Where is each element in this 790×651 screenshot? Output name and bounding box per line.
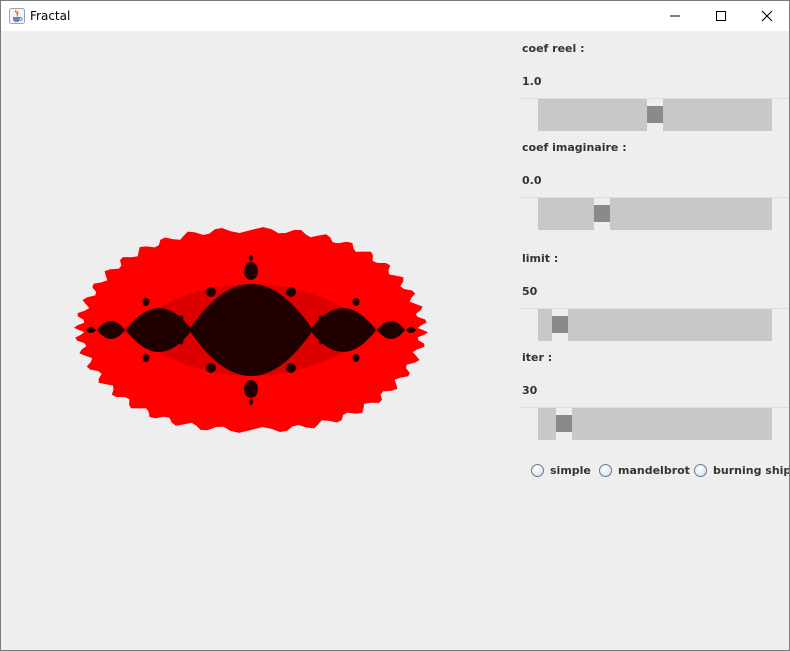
close-button[interactable] [744,1,789,31]
radio-button-icon[interactable] [599,463,612,477]
fractal-bud-top [244,262,258,280]
limit-slider[interactable] [521,308,789,342]
radio-burning-ship[interactable]: burning ship [694,462,790,478]
java-cup-icon [9,8,25,24]
minimize-button[interactable] [652,1,698,31]
radio-button-icon[interactable] [694,463,707,477]
imag-coef-label: coef imaginaire : [522,141,627,154]
real-coef-label: coef reel : [522,42,585,55]
fractal-side-bud [352,298,360,306]
slider-thumb[interactable] [647,106,663,123]
minimize-icon [670,15,680,17]
close-icon [761,10,773,22]
radio-label: burning ship [713,463,790,477]
real-coef-slider[interactable] [521,98,789,132]
maximize-icon [716,11,726,21]
slider-track[interactable] [538,198,772,230]
fractal-joint-bud [178,315,184,321]
fractal-side-bud [142,298,150,306]
slider-track[interactable] [538,309,772,341]
window-title: Fractal [30,9,71,23]
radio-button-icon[interactable] [531,463,544,477]
slider-thumb[interactable] [555,415,572,432]
slider-thumb[interactable] [594,205,610,222]
fractal-diagonal-bud [286,287,296,297]
fractal-canvas[interactable] [1,31,511,650]
fractal-bud-top-tip [249,255,253,261]
radio-simple[interactable]: simple [531,462,591,478]
radio-mandelbrot[interactable]: mandelbrot [599,462,690,478]
imag-coef-slider[interactable] [521,197,789,231]
radio-label: mandelbrot [618,463,690,477]
maximize-button[interactable] [698,1,744,31]
fractal-diagonal-bud [286,363,296,373]
fractal-side-bud [142,354,150,362]
controls-panel: coef reel : 1.0 coef imaginaire : 0.0 li… [511,31,789,650]
fractal-bud-bottom [244,380,258,398]
iter-value: 30 [522,384,538,397]
fractal-joint-bud [318,339,324,345]
fractal-joint-bud [178,339,184,345]
iter-label: iter : [522,351,553,364]
fractal-diagonal-bud [206,287,216,297]
fractal-diagonal-bud [206,363,216,373]
radio-label: simple [550,463,591,477]
fractal-image [74,227,428,433]
fractal-joint-bud [318,315,324,321]
application-window: Fractal coef reel : 1.0 coef imaginaire … [0,0,790,651]
fractal-bud-bottom-tip [249,399,253,405]
limit-value: 50 [522,285,538,298]
slider-track[interactable] [538,408,772,440]
fractal-side-bud [352,354,360,362]
real-coef-value: 1.0 [522,75,542,88]
limit-label: limit : [522,252,559,265]
title-bar[interactable]: Fractal [1,1,789,31]
iter-slider[interactable] [521,407,789,441]
imag-coef-value: 0.0 [522,174,542,187]
slider-thumb[interactable] [551,316,568,333]
